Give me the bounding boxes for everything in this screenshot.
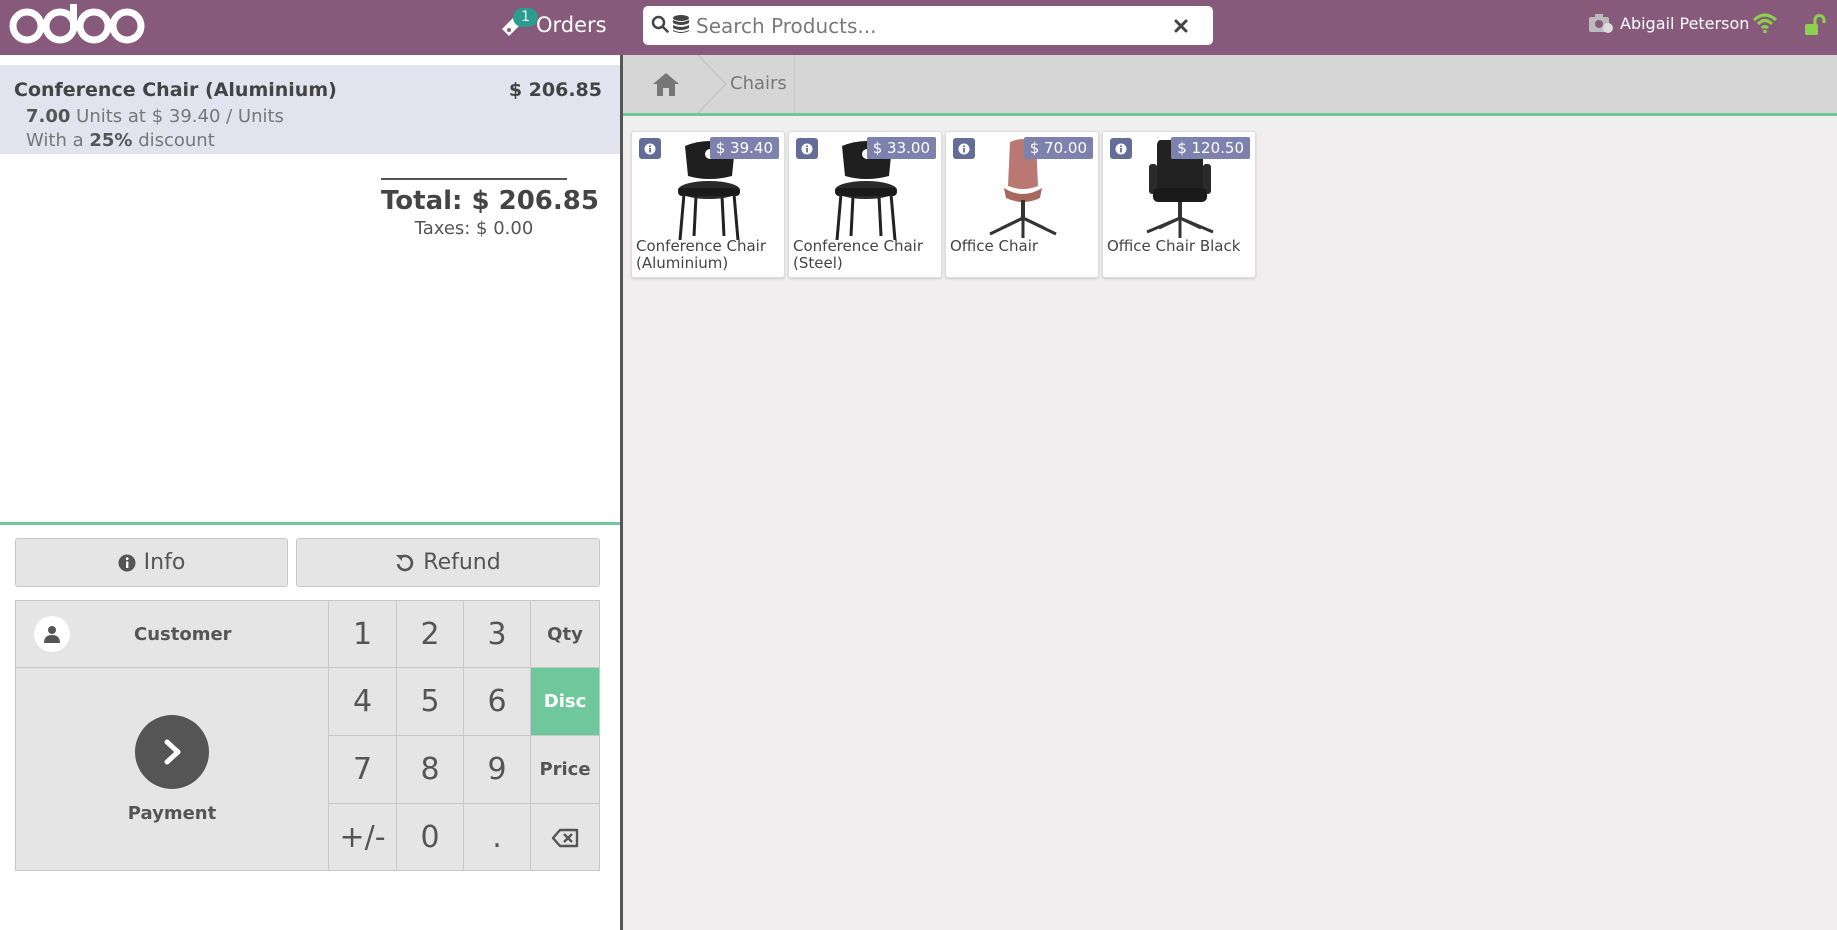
- unlock-icon[interactable]: [1804, 14, 1826, 40]
- order-line-unit-detail: Units at $ 39.40 / Units: [76, 106, 284, 127]
- product-name: Conference Chair (Steel): [793, 237, 923, 272]
- breadcrumb-divider: [794, 55, 795, 113]
- order-line-quantity-row: 7.00 Units at $ 39.40 / Units: [26, 105, 602, 129]
- undo-icon: [396, 554, 414, 571]
- numpad-key-8[interactable]: 8: [397, 736, 464, 804]
- product-name: Conference Chair (Aluminium): [636, 237, 766, 272]
- payment-label: Payment: [127, 803, 217, 824]
- numpad-key-9[interactable]: 9: [464, 736, 531, 804]
- cashier-selector[interactable]: Abigail Peterson: [1588, 12, 1749, 34]
- product-info-icon[interactable]: [953, 138, 975, 159]
- product-price-tag: $ 39.40: [709, 137, 779, 159]
- odoo-logo-icon: [9, 3, 145, 43]
- numpad-key-2[interactable]: 2: [397, 601, 464, 668]
- discount-value: 25%: [89, 130, 133, 151]
- backspace-icon: [551, 828, 579, 847]
- numpad-key-0[interactable]: 0: [397, 804, 464, 871]
- product-card[interactable]: $ 33.00 Conference Chair (Steel): [788, 131, 942, 278]
- breadcrumb-chairs[interactable]: Chairs: [730, 55, 787, 113]
- refund-button[interactable]: Refund: [296, 538, 600, 587]
- orders-button[interactable]: 1 Orders: [499, 8, 607, 42]
- product-price-tag: $ 70.00: [1023, 137, 1093, 159]
- orders-count-badge: 1: [513, 8, 538, 27]
- numpad-key-sign[interactable]: +/-: [329, 804, 397, 871]
- order-line-price: $ 206.85: [508, 79, 602, 101]
- order-line-quantity: 7.00: [26, 106, 71, 127]
- product-name: Office Chair Black: [1107, 237, 1241, 255]
- info-label: Info: [143, 550, 186, 575]
- numpad-key-decimal[interactable]: .: [464, 804, 531, 871]
- discount-suffix: discount: [138, 130, 215, 151]
- customer-button[interactable]: Customer: [16, 601, 329, 668]
- home-icon: [652, 73, 679, 96]
- info-circle-icon: [118, 554, 136, 571]
- order-line[interactable]: Conference Chair (Aluminium) $ 206.85 7.…: [0, 65, 620, 154]
- order-line-details: 7.00 Units at $ 39.40 / Units With a 25%…: [26, 105, 602, 153]
- order-total: Total: $ 206.85: [381, 186, 599, 216]
- search-icon: [651, 15, 669, 37]
- numpad-key-7[interactable]: 7: [329, 736, 397, 804]
- discount-prefix: With a: [26, 130, 84, 151]
- mode-disc-button[interactable]: Disc: [531, 668, 599, 736]
- numpad-key-4[interactable]: 4: [329, 668, 397, 736]
- clear-search-icon[interactable]: [1170, 15, 1192, 37]
- numpad-key-3[interactable]: 3: [464, 601, 531, 668]
- order-summary: Total: $ 206.85 Taxes: $ 0.00: [381, 178, 599, 239]
- cashier-name: Abigail Peterson: [1620, 13, 1750, 33]
- category-breadcrumbs: Chairs: [623, 55, 1837, 116]
- chevron-right-icon: [135, 715, 209, 789]
- refund-label: Refund: [423, 550, 501, 575]
- info-button[interactable]: Info: [15, 538, 288, 587]
- backspace-button[interactable]: [531, 804, 599, 871]
- product-card[interactable]: $ 70.00 Office Chair: [945, 131, 1099, 278]
- product-info-icon[interactable]: [639, 138, 661, 159]
- numpad-key-6[interactable]: 6: [464, 668, 531, 736]
- database-icon: [672, 14, 690, 38]
- search-input[interactable]: [696, 13, 1156, 38]
- product-price-tag: $ 33.00: [866, 137, 936, 159]
- product-name: Office Chair: [950, 237, 1039, 255]
- pane-divider: [620, 55, 623, 930]
- top-bar: odoo 1 Orders Abigail Peterso: [0, 0, 1837, 55]
- mode-qty-button[interactable]: Qty: [531, 601, 599, 668]
- control-panel: Info Refund Customer Payment 1 2 3 4 5 6…: [0, 522, 620, 930]
- ticket-icon: 1: [499, 8, 538, 39]
- user-icon: [34, 616, 70, 652]
- wifi-icon[interactable]: [1752, 12, 1778, 38]
- payment-button[interactable]: Payment: [16, 668, 329, 871]
- mode-price-button[interactable]: Price: [531, 736, 599, 804]
- order-taxes: Taxes: $ 0.00: [414, 218, 534, 239]
- camera-user-icon: [1589, 14, 1613, 33]
- numpad-key-1[interactable]: 1: [329, 601, 397, 668]
- product-info-icon[interactable]: [796, 138, 818, 159]
- product-card[interactable]: $ 120.50 Office Chair Black: [1102, 131, 1256, 278]
- odoo-logo: odoo: [8, 0, 148, 47]
- numpad-key-5[interactable]: 5: [397, 668, 464, 736]
- product-card[interactable]: $ 39.40 Conference Chair (Aluminium): [631, 131, 785, 278]
- numpad: Customer Payment 1 2 3 4 5 6 7 8 9 +/- 0…: [15, 600, 600, 871]
- product-info-icon[interactable]: [1110, 138, 1132, 159]
- customer-label: Customer: [134, 623, 232, 645]
- search-bar: [643, 6, 1213, 45]
- orders-label: Orders: [536, 13, 607, 37]
- product-price-tag: $ 120.50: [1171, 137, 1250, 159]
- order-line-discount-row: With a 25% discount: [26, 129, 602, 153]
- breadcrumb-separator-icon: [697, 55, 728, 113]
